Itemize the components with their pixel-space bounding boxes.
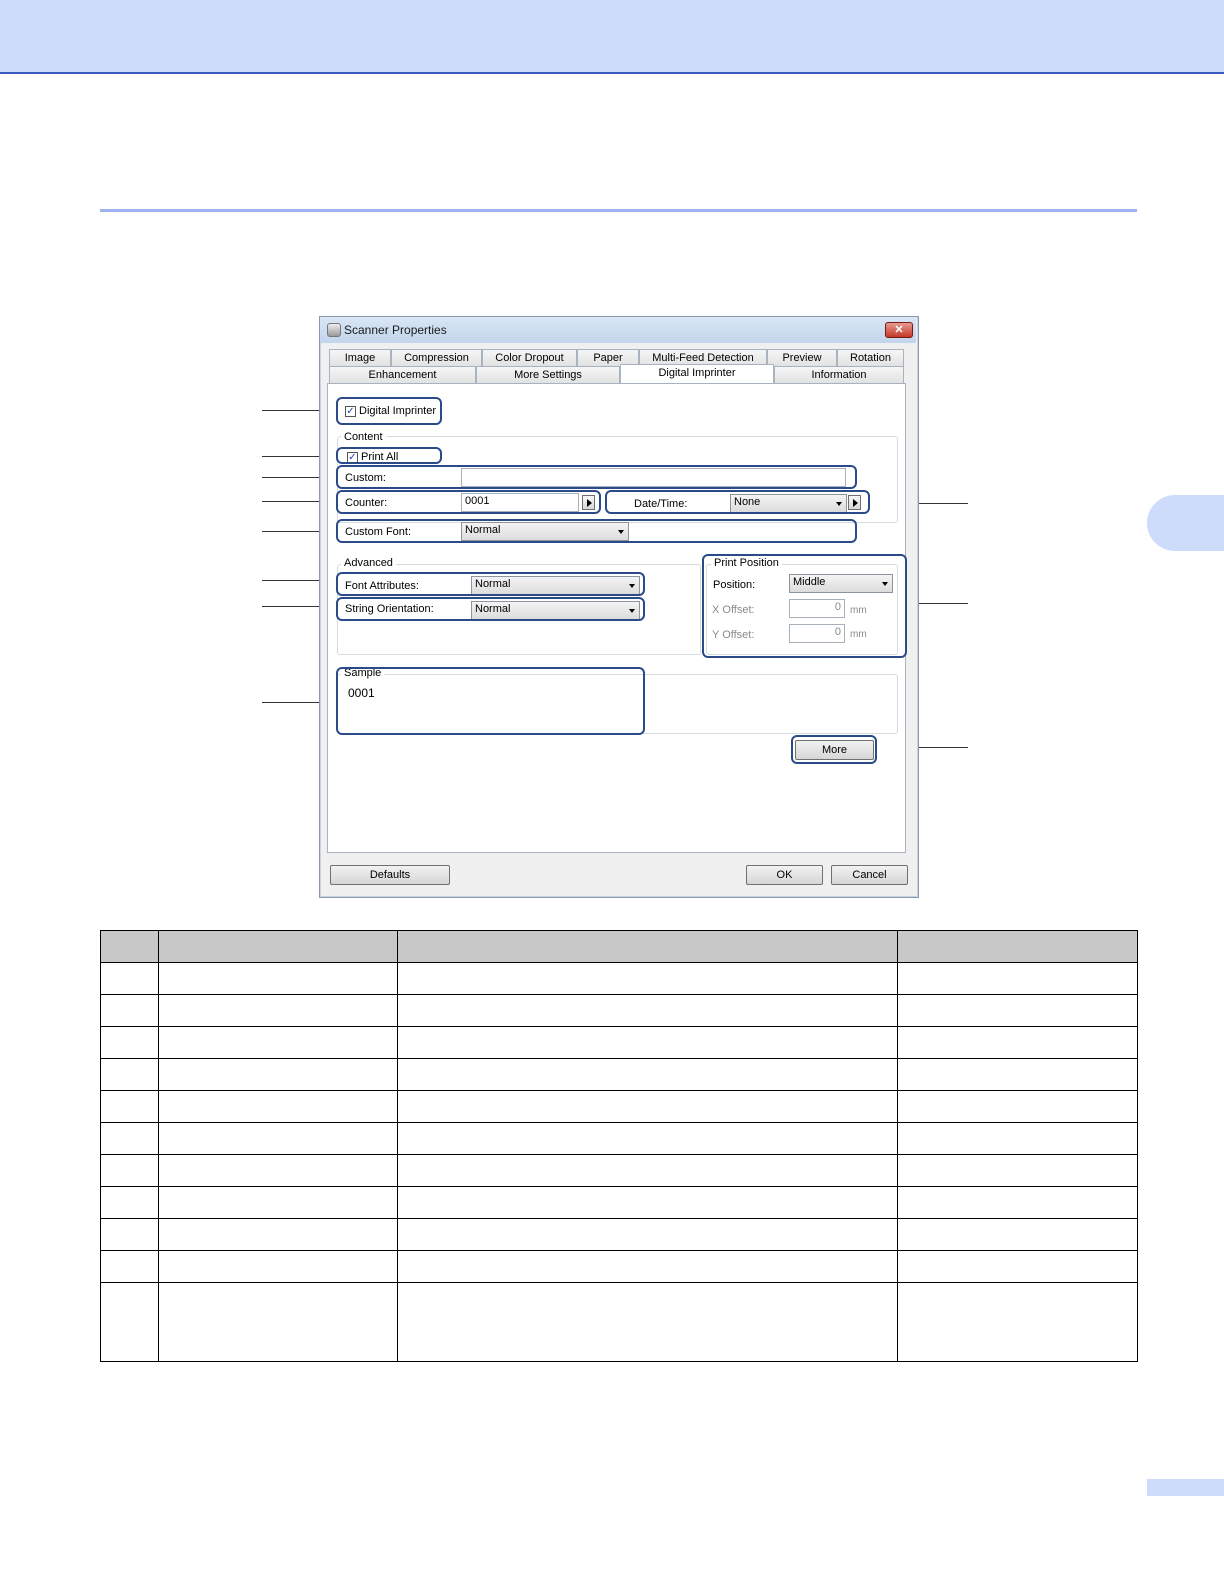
table-row xyxy=(100,994,1138,1027)
table-row xyxy=(100,1282,1138,1362)
highlight-frame xyxy=(605,490,870,514)
highlight-frame xyxy=(336,397,442,425)
highlight-frame xyxy=(336,667,645,735)
tab-preview[interactable]: Preview xyxy=(767,349,837,366)
header-band xyxy=(0,0,1224,74)
advanced-group-label: Advanced xyxy=(341,557,396,569)
tab-enhancement[interactable]: Enhancement xyxy=(329,366,476,383)
highlight-frame xyxy=(336,465,857,489)
title-bar: Scanner Properties ✕ xyxy=(320,317,916,343)
highlight-frame xyxy=(336,597,645,621)
table-row xyxy=(100,1122,1138,1155)
table-header-cell xyxy=(397,930,898,963)
highlight-frame xyxy=(336,490,601,514)
table-row xyxy=(100,1218,1138,1251)
section-rule xyxy=(100,209,1137,212)
table-row xyxy=(100,962,1138,995)
table-header-cell xyxy=(158,930,398,963)
table-row xyxy=(100,1090,1138,1123)
tab-color-dropout[interactable]: Color Dropout xyxy=(482,349,577,366)
table-row xyxy=(100,1154,1138,1187)
defaults-button[interactable]: Defaults xyxy=(330,865,450,885)
tab-more-settings[interactable]: More Settings xyxy=(476,366,620,383)
tab-digital-imprinter[interactable]: Digital Imprinter xyxy=(620,364,774,383)
tab-panel: ✓ Digital Imprinter Content ✓ Print All … xyxy=(327,383,907,853)
close-button[interactable]: ✕ xyxy=(885,322,913,338)
cancel-button[interactable]: Cancel xyxy=(831,865,908,885)
settings-table xyxy=(100,930,1138,1362)
chapter-tab xyxy=(1147,495,1224,551)
scanner-app-icon xyxy=(327,323,341,337)
table-row xyxy=(100,1058,1138,1091)
scanner-properties-dialog: Scanner Properties ✕ Image Compression C… xyxy=(319,316,919,898)
ok-button[interactable]: OK xyxy=(746,865,823,885)
table-row xyxy=(100,1186,1138,1219)
page-number-tab xyxy=(1147,1479,1224,1496)
dialog-title: Scanner Properties xyxy=(344,323,447,337)
highlight-frame xyxy=(791,735,877,764)
tab-information[interactable]: Information xyxy=(774,366,904,383)
tab-image[interactable]: Image xyxy=(329,349,391,366)
table-row xyxy=(100,1026,1138,1059)
table-header-cell xyxy=(100,930,159,963)
highlight-frame xyxy=(336,519,857,543)
tab-rotation[interactable]: Rotation xyxy=(837,349,904,366)
table-row xyxy=(100,1250,1138,1283)
highlight-frame xyxy=(702,554,907,658)
highlight-frame xyxy=(336,572,645,596)
content-group-label: Content xyxy=(341,431,386,443)
tab-compression[interactable]: Compression xyxy=(391,349,482,366)
table-header-cell xyxy=(897,930,1138,963)
highlight-frame xyxy=(336,447,442,464)
table-header-row xyxy=(100,930,1138,963)
